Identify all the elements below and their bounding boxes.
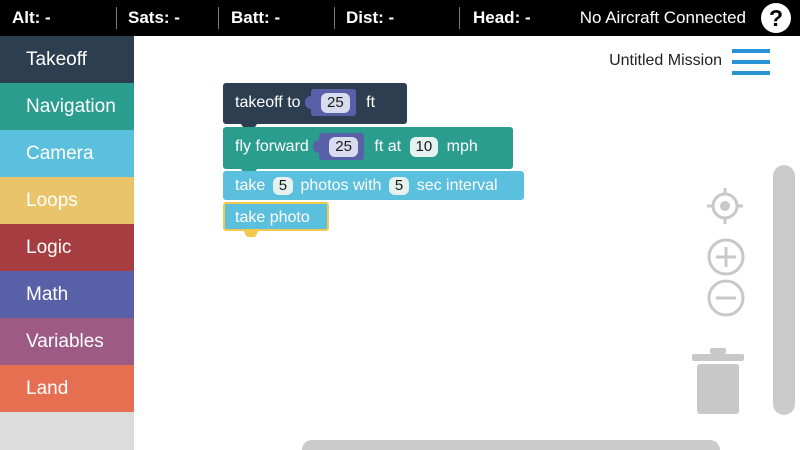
number-slot[interactable]: 25 [313,133,364,161]
vertical-scrollbar[interactable] [773,165,795,415]
connection-status: No Aircraft Connected [579,8,746,27]
mission-title[interactable]: Untitled Mission [609,52,722,70]
category-math[interactable]: Math [0,271,134,318]
speed-value[interactable]: 10 [409,136,439,157]
satellites-readout: Sats: - [128,8,180,27]
divider [116,7,117,29]
altitude-readout: Alt: - [12,8,51,27]
distance-readout: Dist: - [346,8,395,27]
trash-icon[interactable] [692,348,744,416]
divider [218,7,219,29]
category-variables[interactable]: Variables [0,318,134,365]
heading-readout: Head: - [473,8,531,27]
altitude-value[interactable]: 25 [320,93,350,114]
number-slot[interactable]: 25 [304,89,356,117]
block-label: ft [366,94,376,111]
zoom-out-icon[interactable] [706,278,746,318]
interval-value[interactable]: 5 [388,176,410,195]
block-label: fly forward [235,138,309,155]
block-label: ft at [374,138,402,155]
distance-value[interactable]: 25 [329,137,358,158]
category-land[interactable]: Land [0,365,134,412]
block-label: mph [446,138,478,155]
horizontal-scrollbar[interactable] [302,440,720,450]
category-takeoff[interactable]: Takeoff [0,36,134,83]
take-photo-block[interactable]: take photo [223,202,329,237]
category-loops[interactable]: Loops [0,177,134,224]
block-category-sidebar: Takeoff Navigation Camera Loops Logic Ma… [0,36,134,450]
battery-readout: Batt: - [231,8,281,27]
category-logic[interactable]: Logic [0,224,134,271]
divider [334,7,335,29]
category-camera[interactable]: Camera [0,130,134,177]
block-label: takeoff to [235,94,301,111]
zoom-in-icon[interactable] [706,237,746,277]
status-bar: Alt: - Sats: - Batt: - Dist: - Head: - N… [0,0,800,36]
crosshair-icon[interactable] [705,186,745,226]
block-label: photos with [300,177,382,194]
takeoff-block[interactable]: takeoff to 25 ft [223,83,407,130]
block-label: take photo [235,209,310,226]
block-label: sec interval [416,177,498,194]
photo-count-value[interactable]: 5 [272,176,294,195]
block-label: take [235,177,266,194]
divider [459,7,460,29]
help-button[interactable]: ? [761,3,791,33]
fly-forward-block[interactable]: fly forward 25 ft at 10 mph [223,127,513,175]
category-navigation[interactable]: Navigation [0,83,134,130]
take-photos-block[interactable]: take 5 photos with 5 sec interval [223,171,524,200]
menu-icon[interactable] [732,49,770,75]
